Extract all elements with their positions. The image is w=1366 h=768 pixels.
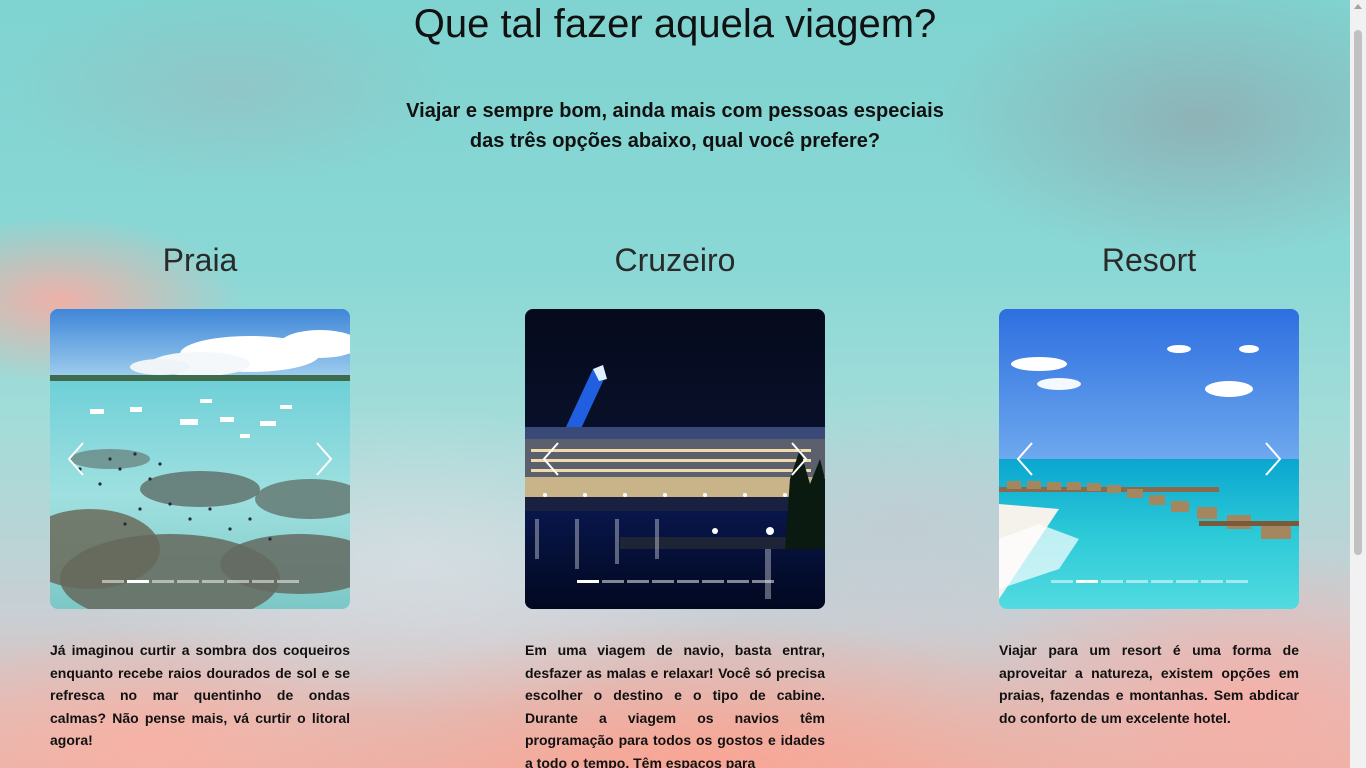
card-title: Cruzeiro <box>614 242 736 278</box>
carousel-indicator[interactable] <box>1200 580 1223 583</box>
chevron-right-icon[interactable] <box>314 441 334 477</box>
card-title: Praia <box>162 242 238 278</box>
carousel-indicator[interactable] <box>576 580 599 583</box>
vertical-scrollbar[interactable] <box>1350 0 1366 768</box>
carousel-indicator[interactable] <box>1225 580 1248 583</box>
card-description: Viajar para um resort é uma forma de apr… <box>999 642 1299 726</box>
carousel-indicator[interactable] <box>726 580 749 583</box>
carousel-indicator[interactable] <box>126 580 149 583</box>
card-description: Em uma viagem de navio, basta entrar, de… <box>525 642 825 768</box>
carousel-indicators <box>525 580 825 583</box>
carousel-indicator[interactable] <box>1150 580 1173 583</box>
carousel-indicator[interactable] <box>1175 580 1198 583</box>
page-title: Que tal fazer aquela viagem? <box>413 2 937 46</box>
card-praia: Praia Já imaginou curtir a sombra dos co… <box>50 240 350 752</box>
page: Que tal fazer aquela viagem? Viajar e se… <box>0 0 1350 768</box>
carousel-indicator[interactable] <box>201 580 224 583</box>
subtitle-line-1: Viajar e sempre bom, ainda mais com pess… <box>406 100 944 122</box>
chevron-left-icon[interactable] <box>1015 441 1035 477</box>
card-description: Já imaginou curtir a sombra dos coqueiro… <box>50 642 350 749</box>
carousel-indicators <box>50 580 350 583</box>
carousel-indicator[interactable] <box>1075 580 1098 583</box>
scroll-up-arrow-icon[interactable] <box>1354 4 1362 9</box>
carousel-indicator[interactable] <box>251 580 274 583</box>
carousel-indicator[interactable] <box>101 580 124 583</box>
carousel-indicator[interactable] <box>1125 580 1148 583</box>
page-subtitle: Viajar e sempre bom, ainda mais com pess… <box>0 96 1350 156</box>
chevron-right-icon[interactable] <box>789 441 809 477</box>
chevron-right-icon[interactable] <box>1263 441 1283 477</box>
carousel-indicator[interactable] <box>626 580 649 583</box>
chevron-left-icon[interactable] <box>541 441 561 477</box>
carousel-indicator[interactable] <box>176 580 199 583</box>
carousel-indicator[interactable] <box>651 580 674 583</box>
card-title: Resort <box>1101 242 1197 278</box>
resort-image <box>999 309 1299 609</box>
scrollbar-thumb[interactable] <box>1354 30 1362 555</box>
carousel-indicator[interactable] <box>701 580 724 583</box>
carousel-indicator[interactable] <box>1050 580 1073 583</box>
carousel-indicator[interactable] <box>676 580 699 583</box>
carousel-indicator[interactable] <box>226 580 249 583</box>
carousel-indicator[interactable] <box>276 580 299 583</box>
carousel-praia[interactable] <box>50 309 350 609</box>
carousel-indicators <box>999 580 1299 583</box>
carousel-resort[interactable] <box>999 309 1299 609</box>
carousel-indicator[interactable] <box>151 580 174 583</box>
carousel-indicator[interactable] <box>1100 580 1123 583</box>
card-cruzeiro: Cruzeiro Em uma viagem de navio, basta e… <box>525 240 825 768</box>
chevron-left-icon[interactable] <box>66 441 86 477</box>
cruise-ship-image <box>525 309 825 609</box>
subtitle-line-2: das três opções abaixo, qual você prefer… <box>469 130 881 152</box>
carousel-indicator[interactable] <box>751 580 774 583</box>
beach-image <box>50 309 350 609</box>
carousel-cruzeiro[interactable] <box>525 309 825 609</box>
carousel-indicator[interactable] <box>601 580 624 583</box>
card-resort: Resort Viajar para um resort é uma forma… <box>999 240 1299 729</box>
